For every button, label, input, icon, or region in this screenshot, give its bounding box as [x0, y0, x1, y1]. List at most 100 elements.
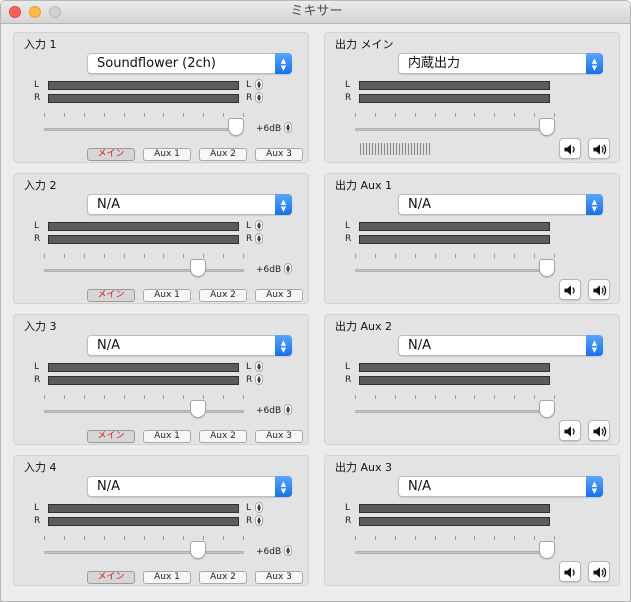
output-aux-2-fader-thumb[interactable]	[539, 400, 555, 418]
output-aux-1-fader-track[interactable]	[355, 269, 555, 272]
fader-tick	[44, 254, 45, 258]
chevron-updown-icon: ▲ ▼	[586, 194, 603, 215]
input-3-fader-track[interactable]	[44, 410, 244, 413]
input-4-route-aux-3-button[interactable]: Aux 3	[255, 571, 303, 584]
input-1-route-aux-1-button[interactable]: Aux 1	[143, 148, 191, 161]
output-aux-2-volume-button[interactable]	[588, 420, 610, 441]
input-2-right-trim-stepper[interactable]: ▲ ▼	[255, 233, 263, 244]
output-aux-2-fader-track[interactable]	[355, 410, 555, 413]
input-3-right-channel-label: R	[34, 375, 41, 385]
output-aux-3-volume-button[interactable]	[588, 561, 610, 582]
fader-tick	[514, 536, 515, 540]
input-3-fader-thumb[interactable]	[190, 400, 206, 418]
input-4-fader-thumb[interactable]	[190, 541, 206, 559]
input-1-right-channel-label: R	[34, 93, 41, 103]
fader-tick	[243, 113, 244, 117]
fader-tick	[144, 395, 145, 399]
input-1-fader-scale	[44, 113, 244, 117]
input-3-route-aux-3-button[interactable]: Aux 3	[255, 430, 303, 443]
output-aux-1-device-select[interactable]: N/A ▲ ▼	[398, 194, 603, 215]
output-main-mute-button[interactable]	[559, 138, 581, 159]
output-main-device-select[interactable]: 内蔵出力 ▲ ▼	[398, 53, 603, 74]
output-aux-3-fader-thumb[interactable]	[539, 541, 555, 559]
input-2-gain-stepper[interactable]: ▲ ▼	[284, 263, 292, 274]
input-1-route-aux-2-button[interactable]: Aux 2	[199, 148, 247, 161]
input-3-left-trim-stepper[interactable]: ▲ ▼	[255, 361, 263, 372]
input-2-left-trim-label: L	[246, 221, 252, 231]
output-aux-3-device-value: N/A	[408, 479, 431, 494]
input-4-route-aux-2-button[interactable]: Aux 2	[199, 571, 247, 584]
fader-tick	[415, 536, 416, 540]
input-2-device-value: N/A	[97, 197, 120, 212]
output-main-volume-button[interactable]	[588, 138, 610, 159]
input-4-route-aux-1-button[interactable]: Aux 1	[143, 571, 191, 584]
output-main-output-level-bar	[360, 143, 432, 155]
input-1-route-main-button[interactable]: メイン	[87, 148, 135, 161]
output-aux-3-mute-button[interactable]	[559, 561, 581, 582]
output-aux-3-fader-track[interactable]	[355, 551, 555, 554]
input-2-route-aux-3-button[interactable]: Aux 3	[255, 289, 303, 302]
input-4-device-select[interactable]: N/A ▲ ▼	[87, 476, 292, 497]
output-aux-1-fader-thumb[interactable]	[539, 259, 555, 277]
input-3-device-select[interactable]: N/A ▲ ▼	[87, 335, 292, 356]
fader-tick	[104, 254, 105, 258]
input-3-right-trim-stepper[interactable]: ▲ ▼	[255, 374, 263, 385]
input-4-route-main-button[interactable]: メイン	[87, 571, 135, 584]
fader-tick	[144, 254, 145, 258]
input-1-gain-stepper[interactable]: ▲ ▼	[284, 122, 292, 133]
output-aux-2-mute-button[interactable]	[559, 420, 581, 441]
input-1-panel: 入力 1 Soundflower (2ch) ▲ ▼ L R L R ▲ ▼ ▲ ▼ +6dB ▲ ▼ メイン…	[13, 32, 309, 163]
input-3-route-aux-2-button[interactable]: Aux 2	[199, 430, 247, 443]
input-2-device-select[interactable]: N/A ▲ ▼	[87, 194, 292, 215]
fader-tick	[124, 113, 125, 117]
input-4-left-channel-label: L	[34, 503, 40, 513]
fader-tick	[375, 395, 376, 399]
output-main-fader-thumb[interactable]	[539, 118, 555, 136]
input-2-route-aux-2-button[interactable]: Aux 2	[199, 289, 247, 302]
input-4-left-trim-stepper[interactable]: ▲ ▼	[255, 502, 263, 513]
input-2-gain-label: +6dB	[256, 265, 282, 275]
input-1-title: 入力 1	[24, 38, 57, 51]
input-2-fader-thumb[interactable]	[190, 259, 206, 277]
output-main-left-channel-label: L	[345, 80, 351, 90]
fader-tick	[243, 254, 244, 258]
output-aux-3-fader-scale	[355, 536, 555, 540]
fader-tick	[64, 395, 65, 399]
output-aux-2-fader-scale	[355, 395, 555, 399]
input-2-route-main-button[interactable]: メイン	[87, 289, 135, 302]
chevron-updown-icon: ▲ ▼	[275, 335, 292, 356]
input-1-left-trim-label: L	[246, 80, 252, 90]
input-1-right-trim-stepper[interactable]: ▲ ▼	[255, 92, 263, 103]
fader-tick	[474, 395, 475, 399]
output-aux-1-mute-button[interactable]	[559, 279, 581, 300]
input-2-route-aux-1-button[interactable]: Aux 1	[143, 289, 191, 302]
input-3-gain-label: +6dB	[256, 406, 282, 416]
fader-tick	[534, 254, 535, 258]
input-1-route-aux-3-button[interactable]: Aux 3	[255, 148, 303, 161]
input-1-left-trim-stepper[interactable]: ▲ ▼	[255, 79, 263, 90]
window-title: ミキサー	[290, 4, 343, 19]
input-3-route-main-button[interactable]: メイン	[87, 430, 135, 443]
input-3-route-aux-1-button[interactable]: Aux 1	[143, 430, 191, 443]
output-aux-2-device-select[interactable]: N/A ▲ ▼	[398, 335, 603, 356]
output-aux-1-volume-button[interactable]	[588, 279, 610, 300]
fader-tick	[455, 395, 456, 399]
input-4-panel: 入力 4 N/A ▲ ▼ L R L R ▲ ▼ ▲ ▼ +6dB ▲ ▼ メイン Aux 1 Aux 2 Aux …	[13, 455, 309, 586]
input-1-device-select[interactable]: Soundflower (2ch) ▲ ▼	[87, 53, 292, 74]
input-3-gain-stepper[interactable]: ▲ ▼	[284, 404, 292, 415]
input-4-right-trim-stepper[interactable]: ▲ ▼	[255, 515, 263, 526]
input-4-fader-track[interactable]	[44, 551, 244, 554]
input-1-gain-label: +6dB	[256, 124, 282, 134]
title-bar[interactable]: ミキサー	[1, 1, 630, 24]
output-aux-3-device-select[interactable]: N/A ▲ ▼	[398, 476, 603, 497]
output-aux-1-device-value: N/A	[408, 197, 431, 212]
input-4-gain-stepper[interactable]: ▲ ▼	[284, 545, 292, 556]
input-1-fader-thumb[interactable]	[228, 118, 244, 136]
fader-tick	[435, 254, 436, 258]
fader-tick	[474, 536, 475, 540]
output-main-panel: 出力 メイン 内蔵出力 ▲ ▼ L R	[324, 32, 620, 163]
input-2-fader-track[interactable]	[44, 269, 244, 272]
input-1-fader-track[interactable]	[44, 128, 244, 131]
input-2-left-trim-stepper[interactable]: ▲ ▼	[255, 220, 263, 231]
output-main-fader-track[interactable]	[355, 128, 555, 131]
